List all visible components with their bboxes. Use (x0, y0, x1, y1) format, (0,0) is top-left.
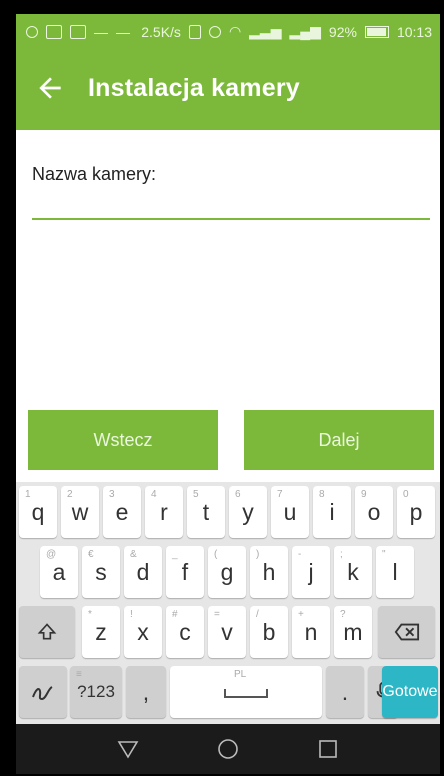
key-y[interactable]: 6y (229, 486, 267, 538)
key-m[interactable]: ? m (334, 606, 372, 658)
key-o[interactable]: 9o (355, 486, 393, 538)
key-g[interactable]: (g (208, 546, 246, 598)
notification-icon (26, 26, 38, 38)
key-a[interactable]: @ a (40, 546, 78, 598)
key-s[interactable]: € s (82, 546, 120, 598)
back-triangle-icon[interactable] (116, 737, 140, 761)
done-key[interactable]: Gotowe (382, 666, 438, 718)
key-e[interactable]: 3e (103, 486, 141, 538)
dash-icon: — (94, 24, 108, 40)
key-t[interactable]: 5t (187, 486, 225, 538)
network-speed: 2.5K/s (141, 23, 181, 40)
key-d[interactable]: & d (124, 546, 162, 598)
wifi-icon: ◠ (228, 23, 242, 39)
next-button[interactable]: Dalej (244, 410, 434, 470)
phone-screen: — — 2.5K/s ◠ ▂▃▅ ▂▄▆ 92% 10:13 Instalacj… (16, 14, 440, 774)
period-key[interactable]: . (326, 666, 364, 718)
app-bar: Instalacja kamery (16, 50, 440, 130)
camera-name-input[interactable] (32, 190, 430, 220)
comma-key[interactable]: , (126, 666, 166, 718)
dash-icon: — (116, 24, 130, 40)
space-language-hint: PL (234, 669, 247, 680)
page-title: Instalacja kamery (88, 74, 300, 102)
key-f[interactable]: _ f (166, 546, 204, 598)
key-k[interactable]: ; k (334, 546, 372, 598)
symbols-key[interactable]: ≡ ?123 (70, 666, 122, 718)
key-z[interactable]: * z (82, 606, 120, 658)
key-c[interactable]: # c (166, 606, 204, 658)
shift-key[interactable] (19, 606, 75, 658)
battery-icon (364, 25, 389, 38)
clock-icon (208, 25, 221, 38)
key-w[interactable]: 2w (61, 486, 99, 538)
back-button[interactable]: Wstecz (28, 410, 218, 470)
screen-frame: — — 2.5K/s ◠ ▂▃▅ ▂▄▆ 92% 10:13 Instalacj… (0, 0, 444, 776)
handwriting-key[interactable] (19, 666, 67, 718)
key-b[interactable]: / b (250, 606, 288, 658)
home-circle-icon[interactable] (216, 737, 240, 761)
image-icon (46, 25, 62, 39)
status-right-icons: 2.5K/s ◠ ▂▃▅ ▂▄▆ 92% 10:13 (141, 23, 432, 40)
key-n[interactable]: + n (292, 606, 330, 658)
status-time: 10:13 (396, 23, 432, 40)
recents-square-icon[interactable] (316, 737, 340, 761)
key-q[interactable]: 1q (19, 486, 57, 538)
signal-strength-icon: ▂▄▆ (289, 23, 321, 39)
camera-name-label: Nazwa kamery: (32, 164, 157, 184)
shift-icon (37, 623, 57, 640)
handwriting-gesture-icon (32, 686, 53, 701)
navigation-bar (16, 724, 440, 774)
battery-percent: 92% (328, 23, 357, 40)
key-h[interactable]: ) h (250, 546, 288, 598)
key-l[interactable]: " l (376, 546, 414, 598)
signal-icon: ▂▃▅ (249, 23, 282, 39)
key-i[interactable]: 8i (313, 486, 351, 538)
soft-keyboard: 1q 2w 3e 4r 5t 6y 7u 8i 9o 0p @ a € s & d _… (16, 482, 440, 724)
key-v[interactable]: = v (208, 606, 246, 658)
space-key[interactable]: PL (170, 666, 322, 718)
key-j[interactable]: -j (292, 546, 330, 598)
sync-icon (188, 24, 201, 39)
key-x[interactable]: ! x (124, 606, 162, 658)
key-p[interactable]: 0p (397, 486, 435, 538)
status-left-icons: — — (26, 24, 130, 40)
key-r[interactable]: 4r (145, 486, 183, 538)
backspace-key[interactable] (378, 606, 435, 658)
gallery-icon (70, 25, 86, 39)
space-icon (224, 689, 268, 698)
backspace-icon (394, 623, 419, 641)
status-bar: — — 2.5K/s ◠ ▂▃▅ ▂▄▆ 92% 10:13 (16, 14, 440, 50)
back-arrow-icon[interactable] (34, 72, 66, 104)
key-u[interactable]: 7u (271, 486, 309, 538)
